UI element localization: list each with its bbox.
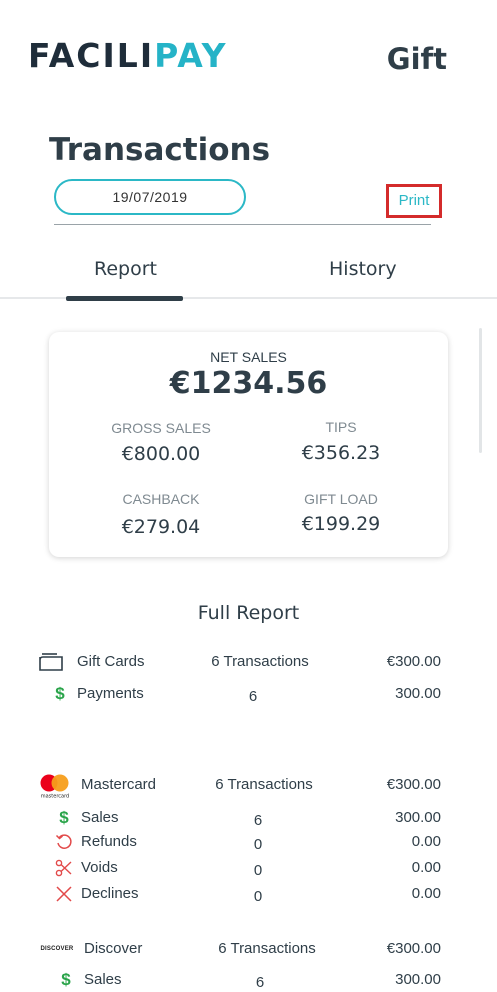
print-button[interactable]: Print xyxy=(386,184,442,218)
gross-sales-value: €800.00 xyxy=(121,443,201,465)
row-amount: 0.00 xyxy=(411,833,441,850)
row-label: Refunds xyxy=(81,833,137,850)
facilipay-logo: FACILIPAY xyxy=(28,38,228,72)
row-count: 0 xyxy=(253,836,263,853)
gross-sales-label: GROSS SALES xyxy=(111,420,211,436)
list-item-gift-cards[interactable]: Gift Cards 6 Transactions €300.00 xyxy=(0,650,497,674)
mastercard-amount: €300.00 xyxy=(386,776,441,793)
row-amount: 300.00 xyxy=(395,809,441,826)
mastercard-logo-text: mastercard xyxy=(41,794,69,800)
cashback-label: CASHBACK xyxy=(122,491,200,507)
row-label: Declines xyxy=(81,885,139,902)
header-title: Gift xyxy=(386,42,447,76)
table-row: $ Sales 6 300.00 xyxy=(0,968,497,992)
row-count: 0 xyxy=(253,862,263,879)
table-row: Voids 0 0.00 xyxy=(0,856,497,880)
row-amount: 300.00 xyxy=(395,971,441,988)
row-label: Sales xyxy=(84,971,122,988)
gift-cards-amount: €300.00 xyxy=(386,653,441,670)
refund-icon xyxy=(47,830,81,854)
row-amount: 300.00 xyxy=(395,685,441,702)
table-row: Declines 0 0.00 xyxy=(0,882,497,906)
cashback-value: €279.04 xyxy=(121,516,201,538)
summary-card: NET SALES €1234.56 GROSS SALES €800.00 T… xyxy=(49,332,448,557)
scrollbar[interactable] xyxy=(479,328,482,453)
gift-load-value: €199.29 xyxy=(301,513,381,535)
tips-value: €356.23 xyxy=(301,442,381,464)
mastercard-label: Mastercard xyxy=(81,776,157,793)
dollar-icon: $ xyxy=(59,808,69,827)
active-tab-indicator xyxy=(66,296,183,301)
mastercard-logo-icon: mastercard xyxy=(36,773,74,799)
close-icon xyxy=(47,882,81,906)
gift-load-label: GIFT LOAD xyxy=(304,491,378,507)
row-label: Sales xyxy=(81,809,119,826)
net-sales-value: €1234.56 xyxy=(169,366,328,401)
page-title: Transactions xyxy=(49,132,271,168)
row-count: 6 xyxy=(248,688,258,705)
table-row: $ Sales 6 300.00 xyxy=(0,806,497,830)
full-report-title: Full Report xyxy=(197,602,300,624)
row-count: 0 xyxy=(253,888,263,905)
dollar-icon: $ xyxy=(55,684,65,703)
mastercard-transactions: 6 Transactions xyxy=(215,776,313,793)
tab-report[interactable]: Report xyxy=(94,258,157,280)
row-label: Payments xyxy=(77,685,144,702)
tips-label: TIPS xyxy=(325,419,357,435)
gift-cards-label: Gift Cards xyxy=(77,653,145,670)
date-picker[interactable]: 19/07/2019 xyxy=(54,179,246,215)
list-item-discover[interactable]: DISCOVER Discover 6 Transactions €300.00 xyxy=(0,937,497,961)
wallet-icon xyxy=(34,650,68,674)
list-item-mastercard[interactable]: mastercard Mastercard 6 Transactions €30… xyxy=(0,773,497,799)
discover-amount: €300.00 xyxy=(386,940,441,957)
row-amount: 0.00 xyxy=(411,885,441,902)
tab-history[interactable]: History xyxy=(329,258,397,280)
logo-accent-text: PAY xyxy=(154,35,228,75)
discover-logo-icon: DISCOVER xyxy=(38,937,76,961)
table-row: Refunds 0 0.00 xyxy=(0,830,497,854)
gift-cards-transactions: 6 Transactions xyxy=(211,653,309,670)
table-row: $ Payments 6 300.00 xyxy=(0,682,497,706)
dollar-icon: $ xyxy=(61,970,71,989)
discover-label: Discover xyxy=(84,940,143,957)
row-label: Voids xyxy=(81,859,118,876)
net-sales-label: NET SALES xyxy=(210,349,287,365)
row-amount: 0.00 xyxy=(411,859,441,876)
logo-main-text: FACILI xyxy=(28,35,155,75)
row-count: 6 xyxy=(255,974,265,991)
date-divider xyxy=(54,224,431,225)
discover-logo-text: DISCOVER xyxy=(40,946,74,952)
discover-transactions: 6 Transactions xyxy=(218,940,316,957)
scissors-icon xyxy=(47,856,81,880)
row-count: 6 xyxy=(253,812,263,829)
